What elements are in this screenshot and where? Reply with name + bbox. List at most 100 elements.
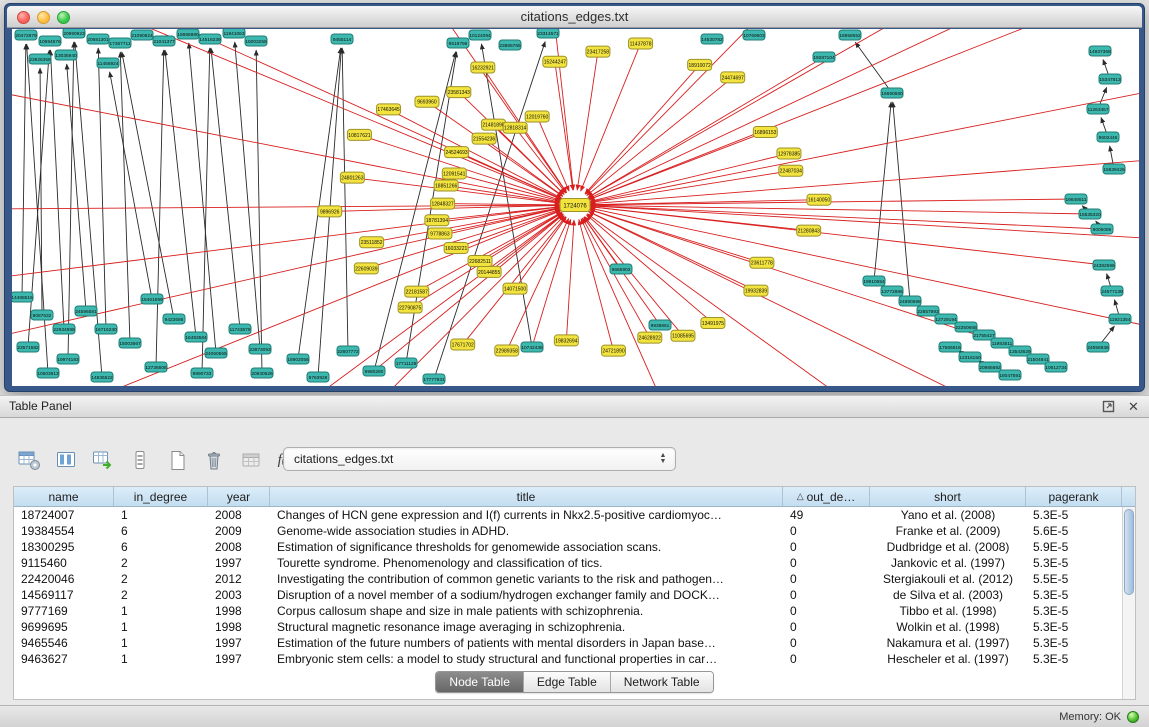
table-cell[interactable]: 5.3E-5 <box>1026 651 1122 667</box>
graph-node[interactable]: 19849511 <box>1065 194 1087 204</box>
table-cell[interactable]: 2012 <box>208 571 270 587</box>
table-cell[interactable]: Nakamura et al. (1997) <box>870 635 1026 651</box>
graph-node[interactable]: 21041377 <box>153 36 175 46</box>
table-cell[interactable]: 1997 <box>208 651 270 667</box>
graph-node[interactable]: 10612734 <box>1045 362 1067 372</box>
graph-node[interactable]: 11456924 <box>97 58 119 68</box>
graph-node[interactable]: 9938861 <box>649 320 671 330</box>
graph-node[interactable]: 11263457 <box>1087 104 1109 114</box>
graph-node[interactable]: 20681301 <box>87 34 109 44</box>
graph-node[interactable]: 24060565 <box>205 348 227 358</box>
table-cell[interactable]: 2003 <box>208 587 270 603</box>
graph-node[interactable]: 14488516 <box>12 292 33 302</box>
table-cell[interactable]: Changes of HCN gene expression and I(f) … <box>270 507 783 523</box>
graph-node[interactable]: 24524693 <box>445 147 469 158</box>
table-cell[interactable]: Yano et al. (2008) <box>870 507 1026 523</box>
graph-node[interactable]: 15347813 <box>1099 74 1121 84</box>
table-cell[interactable]: 0 <box>783 555 870 571</box>
graph-node[interactable]: 1724076 <box>560 199 590 212</box>
graph-node[interactable]: 11941063 <box>223 29 245 38</box>
graph-node[interactable]: 21090824 <box>131 30 153 40</box>
window-titlebar[interactable]: citations_edges.txt <box>7 6 1142 28</box>
graph-node[interactable]: 21481898 <box>481 119 505 130</box>
table-cell[interactable]: 0 <box>783 651 870 667</box>
minimize-window-button[interactable] <box>37 11 50 24</box>
table-cell[interactable]: 1997 <box>208 635 270 651</box>
table-row[interactable]: 1872400712008Changes of HCN gene express… <box>14 507 1122 523</box>
graph-node[interactable]: 17711129 <box>395 358 417 368</box>
graph-node[interactable]: 19832694 <box>554 335 578 346</box>
graph-node[interactable]: 24721890 <box>601 345 625 356</box>
graph-node[interactable]: 12019760 <box>525 111 549 122</box>
graph-node[interactable]: 9665903 <box>610 264 632 274</box>
graph-node[interactable]: 15244247 <box>543 56 567 67</box>
network-canvas[interactable]: 2047287910694576209909232068130123926358… <box>12 29 1139 386</box>
graph-node[interactable]: 24596581 <box>75 306 97 316</box>
graph-node[interactable]: 9778863 <box>428 228 452 239</box>
graph-node[interactable]: 18696980 <box>177 29 199 39</box>
table-cell[interactable]: Franke et al. (2009) <box>870 523 1026 539</box>
graph-node[interactable]: 16716230 <box>95 324 117 334</box>
graph-node[interactable]: 23314571 <box>537 29 559 38</box>
table-cell[interactable]: 22420046 <box>14 571 114 587</box>
table-cell[interactable]: 9465546 <box>14 635 114 651</box>
column-header-short[interactable]: short <box>870 487 1026 506</box>
graph-node[interactable]: 18851266 <box>434 180 458 191</box>
graph-node[interactable]: 14836522 <box>91 372 113 382</box>
table-cell[interactable]: Investigating the contribution of common… <box>270 571 783 587</box>
table-cell[interactable]: Disruption of a novel member of a sodium… <box>270 587 783 603</box>
graph-node[interactable]: 10124094 <box>469 30 491 40</box>
table-cell[interactable]: 5.3E-5 <box>1026 507 1122 523</box>
table-cell[interactable]: 2 <box>114 555 208 571</box>
table-cell[interactable]: Embryonic stem cells: a model to study s… <box>270 651 783 667</box>
table-cell[interactable]: Genome-wide association studies in ADHD. <box>270 523 783 539</box>
table-cell[interactable]: 2009 <box>208 523 270 539</box>
table-cell[interactable]: 9699695 <box>14 619 114 635</box>
table-cell[interactable]: 1998 <box>208 603 270 619</box>
network-table-select[interactable]: citations_edges.txt ▲▼ <box>283 447 676 471</box>
table-cell[interactable]: 9115460 <box>14 555 114 571</box>
graph-node[interactable]: 22934898 <box>53 324 75 334</box>
float-panel-icon[interactable] <box>1101 399 1116 414</box>
graph-node[interactable]: 24890598 <box>899 296 921 306</box>
graph-node[interactable]: 16232921 <box>471 62 495 73</box>
table-row[interactable]: 1456911722003Disruption of a novel membe… <box>14 587 1122 603</box>
graph-node[interactable]: 9693960 <box>415 96 439 107</box>
graph-node[interactable]: 9980280 <box>363 366 385 376</box>
graph-node[interactable]: 22609039 <box>354 263 378 274</box>
table-cell[interactable]: 5.3E-5 <box>1026 603 1122 619</box>
table-scrollbar-thumb[interactable] <box>1124 509 1134 595</box>
graph-node[interactable]: 22682511 <box>468 255 492 266</box>
create-column-icon[interactable] <box>164 446 190 474</box>
graph-node[interactable]: 10503613 <box>37 368 59 378</box>
table-settings-icon[interactable] <box>16 446 42 474</box>
column-header-title[interactable]: title <box>270 487 783 506</box>
graph-node[interactable]: 16493584 <box>185 332 207 342</box>
graph-node[interactable]: 24956938 <box>1087 342 1109 352</box>
table-cell[interactable]: Hescheler et al. (1997) <box>870 651 1026 667</box>
table-cell[interactable]: 9777169 <box>14 603 114 619</box>
table-cell[interactable]: 0 <box>783 603 870 619</box>
table-cell[interactable]: 19384554 <box>14 523 114 539</box>
table-cell[interactable]: 5.9E-5 <box>1026 539 1122 555</box>
table-cell[interactable]: 5.3E-5 <box>1026 635 1122 651</box>
graph-node[interactable]: 14071500 <box>503 283 527 294</box>
graph-node[interactable]: 15535320 <box>1079 209 1101 219</box>
graph-node[interactable]: 18958552 <box>839 30 861 40</box>
graph-node[interactable]: 10769503 <box>743 30 765 40</box>
graph-node[interactable]: 12818314 <box>503 122 527 133</box>
table-row[interactable]: 946362711997Embryonic stem cells: a mode… <box>14 651 1122 667</box>
graph-node[interactable]: 16140050 <box>807 194 831 205</box>
table-cell[interactable]: 0 <box>783 635 870 651</box>
graph-node[interactable]: 9005086 <box>1091 224 1113 234</box>
graph-node[interactable]: 24474697 <box>721 72 745 83</box>
graph-node[interactable]: 19932839 <box>744 285 768 296</box>
table-cell[interactable]: 5.6E-5 <box>1026 523 1122 539</box>
graph-node[interactable]: 23511852 <box>360 237 384 248</box>
graph-node[interactable]: 13491975 <box>701 318 725 329</box>
table-cell[interactable]: Jankovic et al. (1997) <box>870 555 1026 571</box>
table-cell[interactable]: Structural magnetic resonance image aver… <box>270 619 783 635</box>
table-cell[interactable]: 9463627 <box>14 651 114 667</box>
table-row[interactable]: 946554611997Estimation of the future num… <box>14 635 1122 651</box>
graph-node[interactable]: 9518796 <box>447 38 469 48</box>
